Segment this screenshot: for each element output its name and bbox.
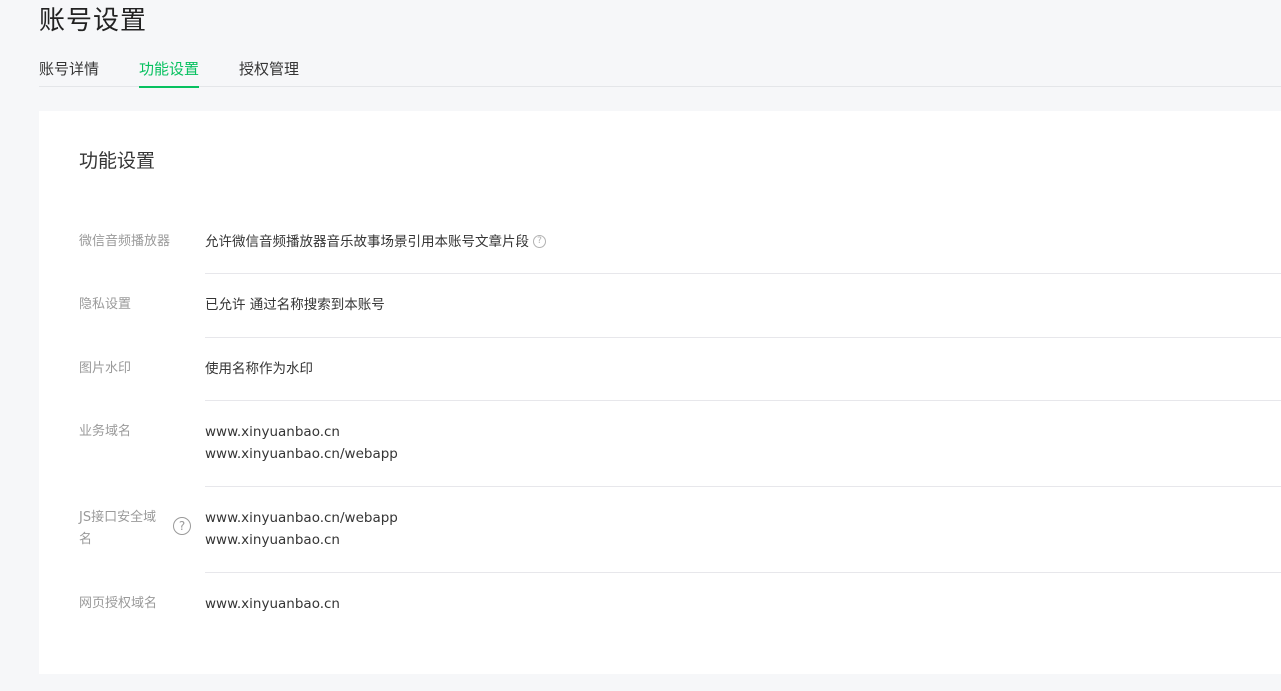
tab-function-settings[interactable]: 功能设置: [139, 58, 200, 88]
settings-card: 功能设置 微信音频播放器 允许微信音频播放器音乐故事场景引用本账号文章片段? 隐…: [39, 111, 1281, 674]
row-divider: [205, 572, 1281, 573]
setting-label-line: 名: [79, 532, 93, 547]
setting-label: 微信音频播放器: [79, 234, 171, 249]
setting-value: www.xinyuanbao.cn: [205, 596, 340, 612]
question-circle-icon[interactable]: ?: [533, 234, 546, 248]
setting-row-privacy: 隐私设置 已允许 通过名称搜索到本账号: [79, 294, 1281, 334]
setting-value: 已允许 通过名称搜索到本账号: [205, 297, 385, 313]
question-circle-icon[interactable]: ?: [173, 517, 191, 535]
setting-label-line: JS接口安全域: [79, 510, 157, 525]
setting-value: www.xinyuanbao.cn/webapp www.xinyuanbao.…: [205, 507, 1281, 551]
setting-label: 隐私设置: [79, 297, 132, 312]
domain-entry: www.xinyuanbao.cn/webapp: [205, 510, 398, 526]
tab-bar: 账号详情 功能设置 授权管理: [39, 58, 1281, 88]
setting-label: 业务域名: [79, 424, 132, 439]
page-title: 账号设置: [39, 6, 148, 36]
setting-row-js-domain: JS接口安全域 名 ? www.xinyuanbao.cn/webapp www…: [79, 507, 1281, 567]
tab-authorization-management[interactable]: 授权管理: [239, 58, 299, 87]
row-divider: [205, 337, 1281, 338]
setting-row-business-domain: 业务域名 www.xinyuanbao.cn www.xinyuanbao.cn…: [79, 421, 1281, 481]
domain-entry: www.xinyuanbao.cn/webapp: [205, 446, 398, 462]
domain-entry: www.xinyuanbao.cn: [205, 424, 340, 440]
setting-value: www.xinyuanbao.cn www.xinyuanbao.cn/weba…: [205, 421, 1281, 465]
section-title: 功能设置: [79, 150, 156, 172]
tab-account-details[interactable]: 账号详情: [39, 58, 99, 87]
setting-label: JS接口安全域 名: [79, 507, 175, 551]
setting-label: 图片水印: [79, 361, 132, 376]
row-divider: [205, 486, 1281, 487]
setting-value: 使用名称作为水印: [205, 361, 313, 377]
row-divider: [205, 400, 1281, 401]
setting-row-image-watermark: 图片水印 使用名称作为水印: [79, 358, 1281, 398]
domain-entry: www.xinyuanbao.cn: [205, 532, 340, 548]
setting-label: 网页授权域名: [79, 596, 158, 611]
setting-value-text: 允许微信音频播放器音乐故事场景引用本账号文章片段: [205, 234, 529, 250]
setting-value: 允许微信音频播放器音乐故事场景引用本账号文章片段?: [205, 231, 1281, 253]
setting-row-audio-player: 微信音频播放器 允许微信音频播放器音乐故事场景引用本账号文章片段?: [79, 231, 1281, 271]
row-divider: [205, 273, 1281, 274]
setting-row-web-auth-domain: 网页授权域名 www.xinyuanbao.cn: [79, 593, 1281, 633]
